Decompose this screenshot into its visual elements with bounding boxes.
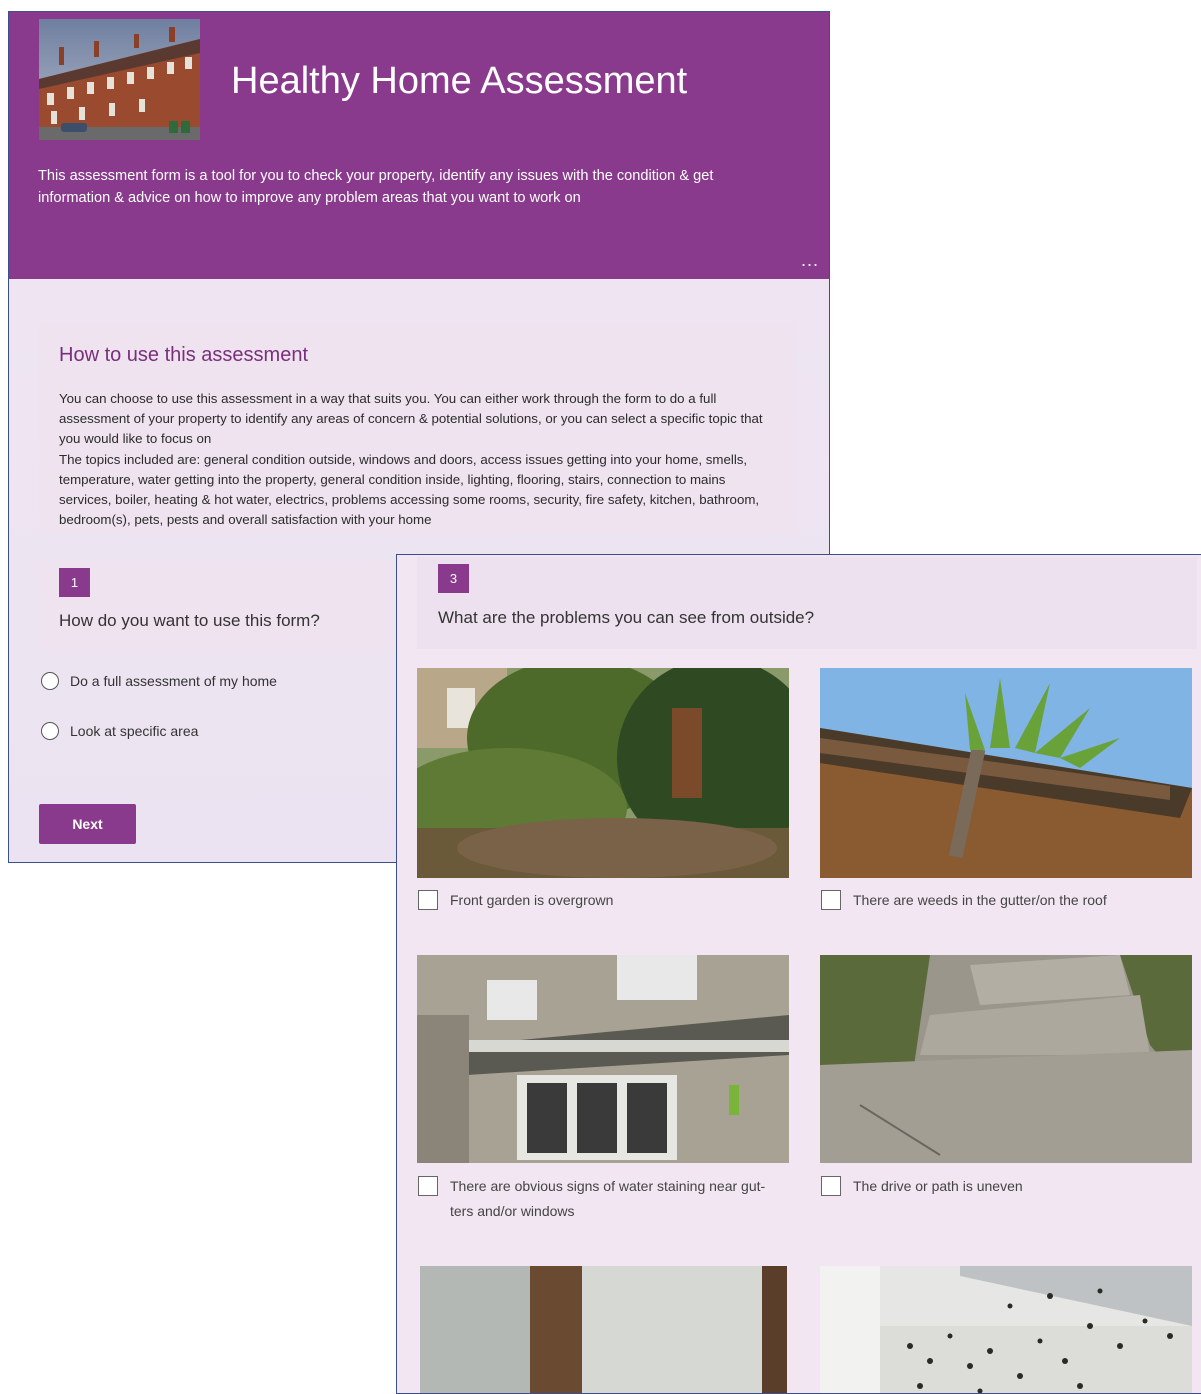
question-3: 3 What are the problems you can see from… <box>417 557 1197 649</box>
uneven-path-image[interactable] <box>820 955 1192 1163</box>
checkbox[interactable] <box>821 1176 841 1196</box>
question-number-badge: 3 <box>438 564 469 593</box>
question-text: How do you want to use this form? <box>59 611 320 630</box>
radio-button[interactable] <box>41 722 59 740</box>
more-options-icon[interactable]: ... <box>801 250 819 271</box>
terraced-houses-image <box>39 19 200 140</box>
option-label: Front garden is overgrown <box>450 892 614 908</box>
question-number-badge: 1 <box>59 568 90 597</box>
dead-flies-image[interactable] <box>820 1266 1192 1393</box>
option-overgrown-garden[interactable]: Front garden is overgrown <box>418 890 614 913</box>
question-text: What are the problems you can see from o… <box>438 608 815 627</box>
option-full-assessment[interactable]: Do a full assessment of my home <box>41 672 277 690</box>
overgrown-garden-image[interactable] <box>417 668 789 878</box>
radio-button[interactable] <box>41 672 59 690</box>
option-gutter-weeds[interactable]: There are weeds in the gutter/on the roo… <box>821 890 1107 913</box>
checkbox[interactable] <box>418 1176 438 1196</box>
gutter-weeds-image[interactable] <box>820 668 1192 878</box>
intro-title: How to use this assessment <box>59 344 308 366</box>
form-header-banner: Healthy Home Assessment This assessment … <box>9 12 829 279</box>
option-label: Look at specific area <box>70 723 199 739</box>
checkbox[interactable] <box>821 890 841 910</box>
condensation-window-image[interactable] <box>420 1266 787 1393</box>
option-uneven-path[interactable]: The drive or path is uneven <box>821 1176 1023 1199</box>
checkbox[interactable] <box>418 890 438 910</box>
form-page-3: 3 What are the problems you can see from… <box>396 554 1201 1394</box>
form-description: This assessment form is a tool for you t… <box>38 168 714 206</box>
option-label: Do a full assessment of my home <box>70 673 277 689</box>
option-water-staining[interactable]: There are obvious signs of water stainin… <box>418 1176 766 1224</box>
intro-section: How to use this assessment You can choos… <box>39 322 796 533</box>
option-label: There are obvious signs of water stainin… <box>450 1178 766 1219</box>
water-staining-image[interactable] <box>417 955 789 1163</box>
form-title: Healthy Home Assessment <box>231 60 688 102</box>
question-1: 1 How do you want to use this form? <box>39 562 439 650</box>
next-button[interactable]: Next <box>39 804 136 844</box>
option-label: There are weeds in the gutter/on the roo… <box>853 892 1107 908</box>
intro-body: You can choose to use this assessment in… <box>59 391 763 528</box>
option-specific-area[interactable]: Look at specific area <box>41 722 198 740</box>
option-label: The drive or path is uneven <box>853 1178 1023 1194</box>
